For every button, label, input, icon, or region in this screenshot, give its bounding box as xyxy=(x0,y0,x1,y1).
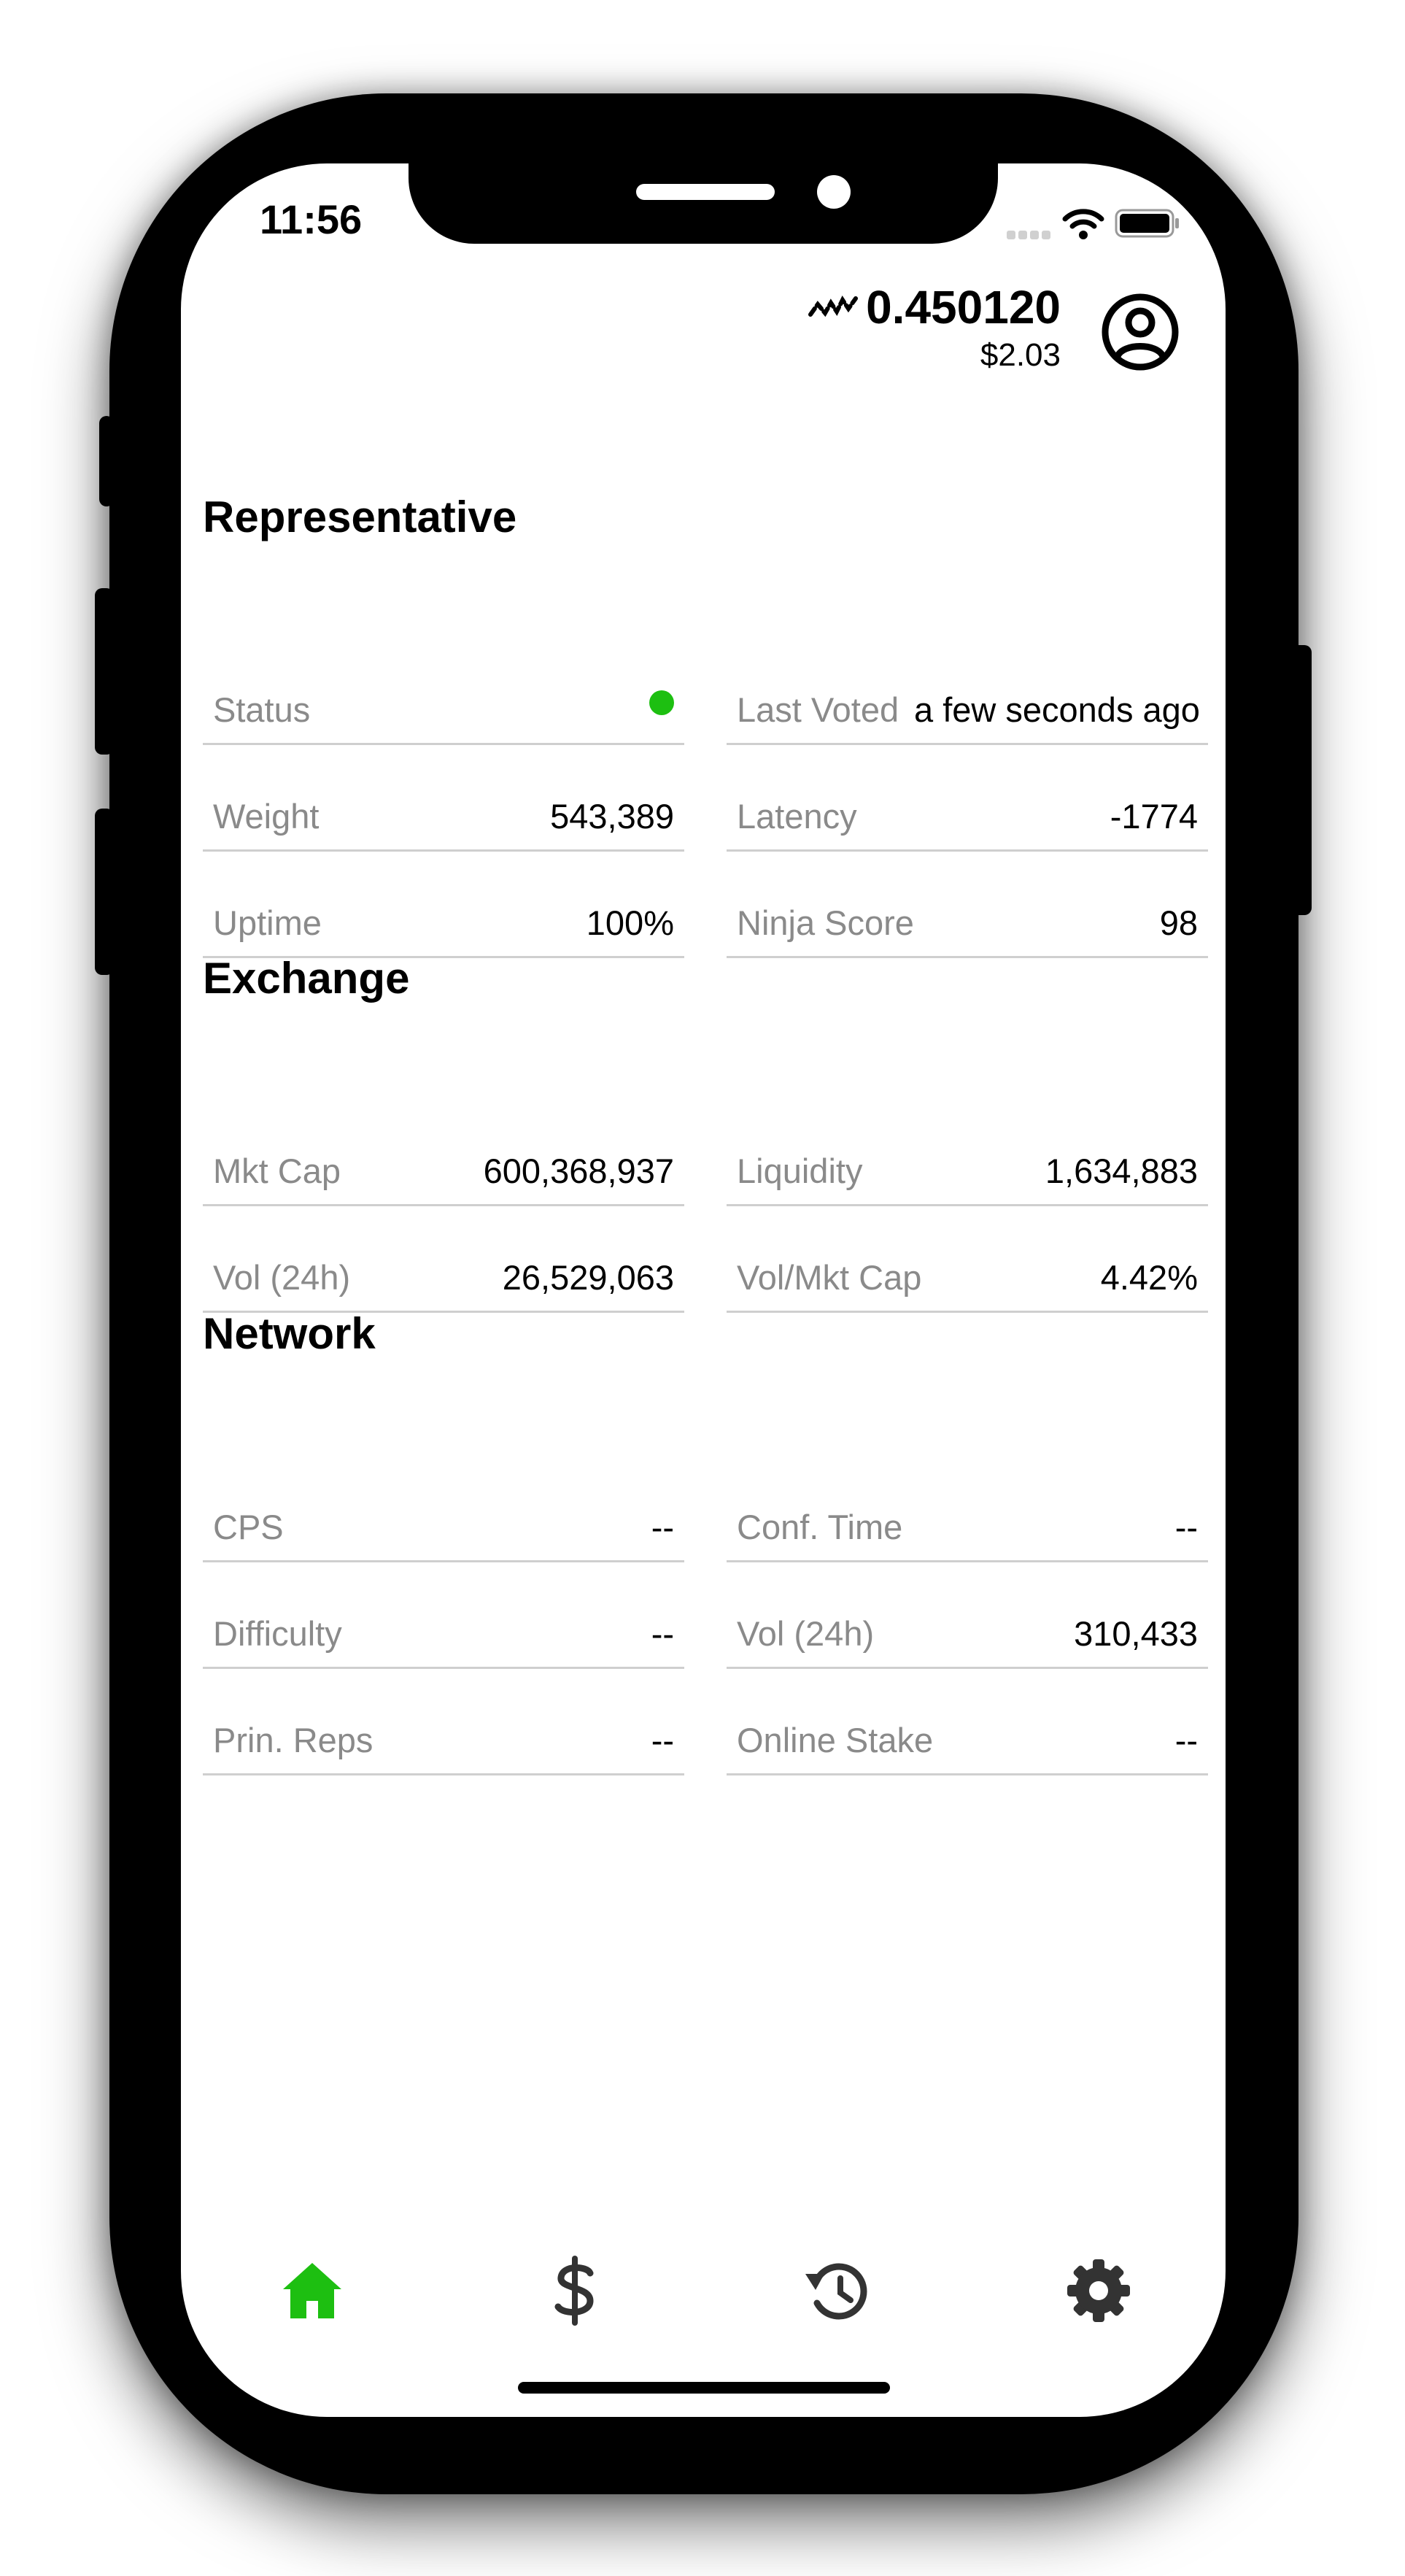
stat-cps: CPS -- xyxy=(203,1456,684,1562)
stat-label: CPS xyxy=(213,1508,284,1546)
section-title-exchange: Exchange xyxy=(203,954,410,1003)
battery-icon xyxy=(1115,209,1179,238)
stat-value: 100% xyxy=(586,903,674,942)
speaker xyxy=(636,184,775,200)
stat-value: 26,529,063 xyxy=(502,1258,674,1297)
account-icon[interactable] xyxy=(1100,292,1180,372)
stat-value: -- xyxy=(1174,1721,1198,1759)
stat-label: Uptime xyxy=(213,903,322,942)
wifi-icon xyxy=(1062,209,1104,239)
home-indicator xyxy=(518,2382,890,2394)
stat-label: Vol (24h) xyxy=(737,1614,875,1653)
stat-label: Difficulty xyxy=(213,1614,342,1653)
power-button xyxy=(1291,645,1312,915)
mute-switch xyxy=(99,416,114,506)
stat-label: Conf. Time xyxy=(737,1508,903,1546)
stat-difficulty: Difficulty -- xyxy=(203,1562,684,1669)
stat-mkt-cap: Mkt Cap 600,368,937 xyxy=(203,1100,684,1206)
tab-home[interactable] xyxy=(272,2251,352,2331)
stat-value: 543,389 xyxy=(550,797,674,836)
nano-logo-icon xyxy=(808,296,859,317)
stat-value: -1774 xyxy=(1110,797,1198,836)
history-icon xyxy=(805,2263,867,2320)
status-time: 11:56 xyxy=(260,196,363,242)
section-title-representative: Representative xyxy=(203,493,517,541)
stat-last-voted: Last Voted a few seconds ago xyxy=(727,639,1208,745)
stat-value: 98 xyxy=(1159,903,1198,942)
tab-settings[interactable] xyxy=(1058,2251,1139,2331)
notch xyxy=(409,163,998,244)
camera xyxy=(817,175,851,209)
stat-label: Latency xyxy=(737,797,857,836)
stat-label: Ninja Score xyxy=(737,903,914,942)
stat-liquidity: Liquidity 1,634,883 xyxy=(727,1100,1208,1206)
balance-fiat: $2.03 xyxy=(980,337,1061,373)
balance-amount: 0.450120 xyxy=(866,281,1061,333)
stat-weight: Weight 543,389 xyxy=(203,745,684,852)
stat-prin-reps: Prin. Reps -- xyxy=(203,1669,684,1775)
stat-vol-mkt-cap: Vol/Mkt Cap 4.42% xyxy=(727,1206,1208,1313)
stat-volume: Vol (24h) 26,529,063 xyxy=(203,1206,684,1313)
tab-wallet[interactable] xyxy=(535,2251,615,2331)
stat-value: -- xyxy=(651,1721,674,1759)
stat-label: Mkt Cap xyxy=(213,1152,341,1190)
stat-label: Status xyxy=(213,690,311,729)
stat-value: 310,433 xyxy=(1074,1614,1198,1653)
stat-label: Liquidity xyxy=(737,1152,863,1190)
section-title-network: Network xyxy=(203,1309,376,1358)
stat-label: Last Voted xyxy=(737,690,899,729)
volume-up-button xyxy=(95,588,114,755)
tab-history[interactable] xyxy=(797,2251,877,2331)
stat-label: Vol/Mkt Cap xyxy=(737,1258,922,1297)
stat-value: -- xyxy=(651,1508,674,1546)
stat-online-stake: Online Stake -- xyxy=(727,1669,1208,1775)
gear-icon xyxy=(1067,2259,1130,2322)
stat-value: -- xyxy=(1174,1508,1198,1546)
stat-conf-time: Conf. Time -- xyxy=(727,1456,1208,1562)
signal-icon xyxy=(1007,231,1050,239)
stat-label: Weight xyxy=(213,797,320,836)
dollar-icon xyxy=(554,2256,594,2326)
stat-value: a few seconds ago xyxy=(914,690,1200,729)
stat-value: 1,634,883 xyxy=(1045,1152,1198,1190)
home-icon xyxy=(283,2263,341,2318)
stat-ninja-score: Ninja Score 98 xyxy=(727,852,1208,958)
stat-uptime: Uptime 100% xyxy=(203,852,684,958)
stat-label: Online Stake xyxy=(737,1721,934,1759)
stat-network-volume: Vol (24h) 310,433 xyxy=(727,1562,1208,1669)
stat-status: Status xyxy=(203,639,684,745)
stat-label: Prin. Reps xyxy=(213,1721,373,1759)
status-indicator xyxy=(649,690,674,715)
stat-value: -- xyxy=(651,1614,674,1653)
stat-value: 600,368,937 xyxy=(483,1152,674,1190)
app-screen: 11:56 0.450120 $2.03 Representative Stat… xyxy=(181,163,1226,2417)
balance-display[interactable]: 0.450120 $2.03 xyxy=(808,280,1061,374)
volume-down-button xyxy=(95,809,114,975)
stat-value: 4.42% xyxy=(1100,1258,1198,1297)
stat-label: Vol (24h) xyxy=(213,1258,351,1297)
stat-latency: Latency -1774 xyxy=(727,745,1208,852)
